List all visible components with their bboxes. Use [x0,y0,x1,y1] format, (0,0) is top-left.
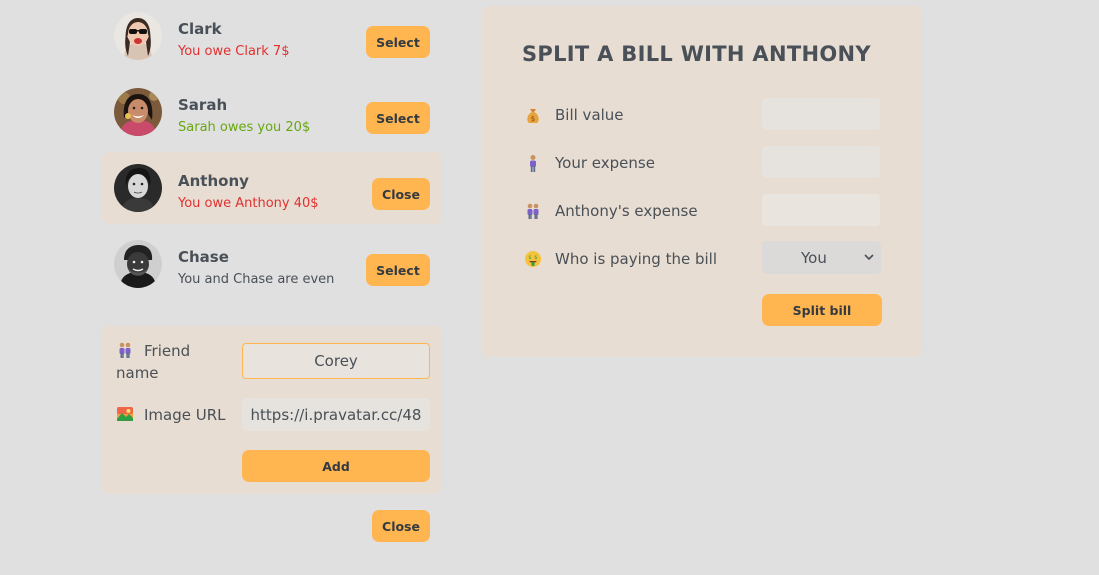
friend-item-sarah: Sarah Sarah owes you 20$ Select [102,76,442,148]
friend-name: Anthony [178,172,249,190]
avatar [114,12,162,60]
friend-item-chase: Chase You and Chase are even Select [102,228,442,300]
money-face-icon: $ $ [525,251,541,267]
your-expense-label: Your expense [555,154,655,172]
friend-balance-status: Sarah owes you 20$ [178,120,311,135]
friend-expense-input [762,194,880,226]
people-icon [119,342,131,358]
friend-name-label-group: Friend name [116,340,226,384]
friend-name: Clark [178,20,222,38]
avatar [114,164,162,212]
split-bill-button[interactable]: Split bill [762,294,882,326]
payer-label: Who is paying the bill [555,250,717,268]
select-friend-button[interactable]: Select [366,254,430,286]
svg-text:$: $ [534,255,537,261]
friend-name: Chase [178,248,229,266]
friend-name: Sarah [178,96,228,114]
friend-balance-status: You owe Clark 7$ [178,44,290,59]
add-friend-form: Friend name Image URL Add [102,326,442,494]
close-add-form-button[interactable]: Close [372,510,430,542]
person-icon [530,155,536,172]
bill-value-label: Bill value [555,106,624,124]
image-url-label-group: Image URL [116,404,226,426]
image-url-input[interactable] [242,398,430,431]
image-url-label: Image URL [144,406,226,424]
avatar [114,240,162,288]
split-bill-title: SPLIT A BILL WITH ANTHONY [522,42,871,66]
avatar [114,88,162,136]
select-friend-button[interactable]: Select [366,26,430,58]
friend-name-input[interactable] [242,343,430,379]
add-friend-button[interactable]: Add [242,450,430,482]
payer-select[interactable]: You [762,241,881,274]
people-icon [527,203,539,219]
close-friend-button[interactable]: Close [372,178,430,210]
friend-balance-status: You owe Anthony 40$ [178,196,319,211]
your-expense-input[interactable] [762,146,880,178]
svg-text:$: $ [528,255,531,261]
friends-list: Clark You owe Clark 7$ Select Sarah Sara… [102,0,442,304]
friend-expense-label: Anthony's expense [555,202,698,220]
money-bag-icon: $ [527,109,539,123]
svg-text:$: $ [531,115,535,123]
chevron-down-icon [864,254,874,261]
split-bill-form: SPLIT A BILL WITH ANTHONY $ Bill value Y… [482,6,922,357]
friend-item-anthony: Anthony You owe Anthony 40$ Close [102,152,442,224]
bill-value-input[interactable] [762,98,880,130]
image-icon [117,407,133,421]
friend-item-clark: Clark You owe Clark 7$ Select [102,0,442,72]
payer-select-value: You [801,249,827,267]
friend-balance-status: You and Chase are even [178,272,335,287]
app-root: Clark You owe Clark 7$ Select Sarah Sara… [0,0,1099,575]
select-friend-button[interactable]: Select [366,102,430,134]
